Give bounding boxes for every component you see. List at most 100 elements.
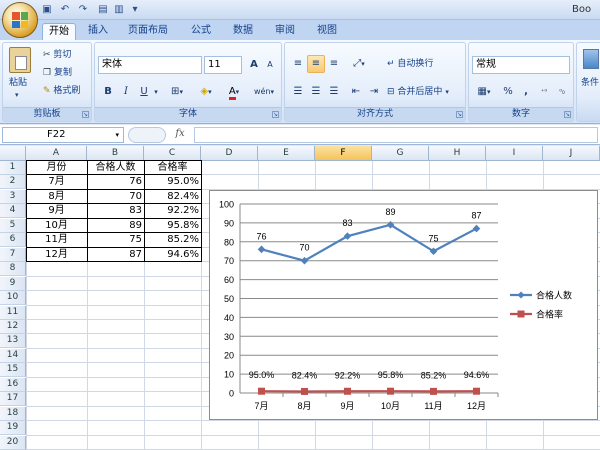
row-header-4[interactable]: 4 (0, 204, 26, 219)
row-header-20[interactable]: 20 (0, 435, 26, 450)
cell-a3[interactable]: 8月 (26, 190, 87, 204)
column-header-g[interactable]: G (372, 146, 429, 161)
cell-b5[interactable]: 89 (87, 219, 144, 233)
shrink-font-button[interactable]: A (261, 56, 279, 74)
column-header-b[interactable]: B (87, 146, 144, 161)
column-header-a[interactable]: A (26, 146, 87, 161)
orientation-button[interactable]: ⤢▾ (347, 55, 371, 73)
row-header-2[interactable]: 2 (0, 175, 26, 190)
cell-a7[interactable]: 12月 (26, 248, 87, 262)
formula-input[interactable] (194, 127, 598, 143)
row-header-15[interactable]: 15 (0, 363, 26, 378)
column-header-i[interactable]: I (486, 146, 543, 161)
borders-button[interactable]: ⊞▾ (165, 83, 189, 101)
tab-formulas[interactable]: 公式 (186, 23, 216, 40)
comma-button[interactable]: , (517, 83, 535, 101)
customize-toolbar-icon[interactable]: ▾ (128, 3, 142, 17)
increase-indent-button[interactable]: ⇥ (365, 83, 383, 101)
align-bottom-button[interactable]: ≡ (325, 55, 343, 73)
cell-a5[interactable]: 10月 (26, 219, 87, 233)
row-header-11[interactable]: 11 (0, 305, 26, 320)
number-format-select[interactable]: 常规 (472, 56, 570, 74)
cell-c2[interactable]: 95.0% (144, 175, 201, 189)
cell-a1[interactable]: 月份 (26, 161, 87, 175)
column-header-c[interactable]: C (144, 146, 201, 161)
line-chart[interactable]: 0 10 20 30 40 50 60 70 80 90 100 7月 8月 9月 10月 11月 12月 76 7… (209, 190, 598, 420)
row-header-18[interactable]: 18 (0, 406, 26, 421)
save-icon[interactable]: ▣ (40, 3, 54, 17)
bold-button[interactable]: B (99, 83, 117, 101)
font-size-select[interactable]: 11 (204, 56, 242, 74)
row-header-12[interactable]: 12 (0, 319, 26, 334)
cell-a2[interactable]: 7月 (26, 175, 87, 189)
row-header-13[interactable]: 13 (0, 334, 26, 349)
insert-function-button[interactable]: fx (170, 127, 190, 143)
row-header-5[interactable]: 5 (0, 218, 26, 233)
align-middle-button[interactable]: ≡ (307, 55, 325, 73)
percent-button[interactable]: % (499, 83, 517, 101)
row-header-7[interactable]: 7 (0, 247, 26, 262)
cell-a4[interactable]: 9月 (26, 204, 87, 218)
cell-c7[interactable]: 94.6% (144, 248, 201, 262)
cell-c6[interactable]: 85.2% (144, 233, 201, 247)
column-header-f[interactable]: F (315, 146, 372, 161)
format-painter-button[interactable]: ✎ 格式刷 (43, 85, 80, 98)
fill-color-button[interactable]: ◈▾ (193, 83, 219, 101)
row-header-9[interactable]: 9 (0, 276, 26, 291)
name-box-dropdown-icon[interactable]: ▾ (115, 128, 119, 142)
align-right-button[interactable]: ☰ (325, 83, 343, 101)
tab-review[interactable]: 审阅 (270, 23, 300, 40)
quick-print-icon[interactable]: ▥ (112, 3, 126, 17)
align-top-button[interactable]: ≡ (289, 55, 307, 73)
row-header-14[interactable]: 14 (0, 348, 26, 363)
cell-c3[interactable]: 82.4% (144, 190, 201, 204)
cut-button[interactable]: ✂ 剪切 (43, 49, 71, 62)
print-preview-icon[interactable]: ▤ (96, 3, 110, 17)
tab-view[interactable]: 视图 (312, 23, 342, 40)
cell-c4[interactable]: 92.2% (144, 204, 201, 218)
cell-b4[interactable]: 83 (87, 204, 144, 218)
select-all-corner[interactable] (0, 146, 26, 161)
phonetic-button[interactable]: wén▾ (251, 83, 277, 101)
tab-home[interactable]: 开始 (42, 23, 76, 40)
tab-insert[interactable]: 插入 (82, 23, 114, 40)
row-header-3[interactable]: 3 (0, 189, 26, 204)
copy-button[interactable]: ❐ 复制 (43, 67, 72, 80)
row-header-6[interactable]: 6 (0, 233, 26, 248)
name-box[interactable]: F22 ▾ (2, 127, 124, 143)
cell-a6[interactable]: 11月 (26, 233, 87, 247)
align-left-button[interactable]: ☰ (289, 83, 307, 101)
underline-dropdown-icon[interactable]: ▾ (151, 83, 161, 101)
tab-page-layout[interactable]: 页面布局 (118, 23, 178, 40)
column-header-d[interactable]: D (201, 146, 258, 161)
row-header-17[interactable]: 17 (0, 392, 26, 407)
conditional-format-icon[interactable] (583, 49, 599, 69)
font-name-select[interactable]: 宋体 (98, 56, 202, 74)
row-header-19[interactable]: 19 (0, 421, 26, 436)
cell-b7[interactable]: 87 (87, 248, 144, 262)
row-header-8[interactable]: 8 (0, 262, 26, 277)
paste-icon[interactable] (9, 47, 31, 73)
font-launcher-icon[interactable]: ↘ (272, 111, 279, 118)
column-header-e[interactable]: E (258, 146, 315, 161)
merge-center-button[interactable]: ⊟ 合并后居中 ▾ (387, 86, 449, 99)
increase-decimal-button[interactable]: ⁺⁰ (535, 83, 553, 101)
undo-icon[interactable]: ↶ (58, 3, 72, 17)
italic-button[interactable]: I (117, 83, 135, 101)
column-header-j[interactable]: J (543, 146, 600, 161)
redo-icon[interactable]: ↷ (76, 3, 90, 17)
font-color-button[interactable]: A▾ (221, 83, 247, 101)
formula-bar-resize-handle[interactable] (128, 127, 166, 143)
cell-c5[interactable]: 95.8% (144, 219, 201, 233)
conditional-format-label[interactable]: 条件 (581, 77, 599, 90)
accounting-format-button[interactable]: ▦▾ (471, 83, 497, 101)
row-header-1[interactable]: 1 (0, 161, 26, 175)
cell-b1[interactable]: 合格人数 (87, 161, 144, 175)
wrap-text-button[interactable]: ↵ 自动换行 (387, 58, 433, 71)
alignment-launcher-icon[interactable]: ↘ (456, 111, 463, 118)
align-center-button[interactable]: ☰ (307, 83, 325, 101)
cell-b6[interactable]: 75 (87, 233, 144, 247)
cell-c1[interactable]: 合格率 (144, 161, 201, 175)
clipboard-launcher-icon[interactable]: ↘ (82, 111, 89, 118)
paste-dropdown-icon[interactable]: ▾ (15, 89, 19, 102)
